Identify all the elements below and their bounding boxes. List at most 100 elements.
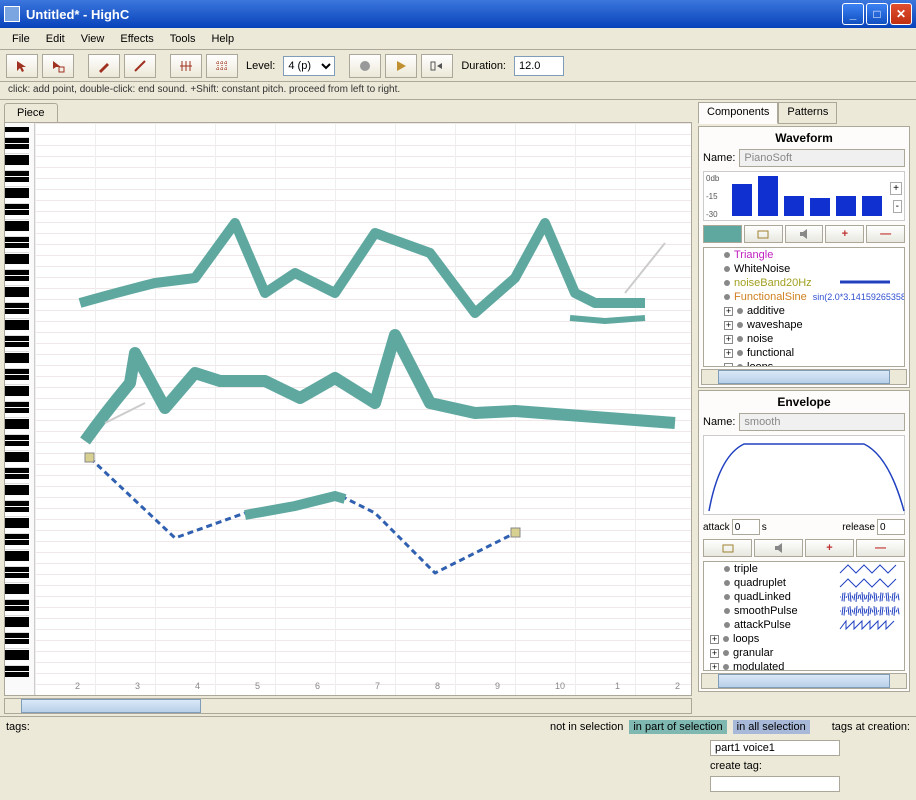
piano-key[interactable]	[5, 166, 29, 171]
piano-key[interactable]	[5, 523, 29, 528]
tab-components[interactable]: Components	[698, 102, 778, 124]
piano-key[interactable]	[5, 606, 29, 611]
waveform-tree-item[interactable]: +functional	[704, 346, 904, 360]
pointer-tool[interactable]	[6, 54, 38, 78]
level-select[interactable]: 4 (p)	[283, 56, 335, 76]
piano-key[interactable]	[5, 303, 29, 308]
score-canvas[interactable]: 234567891012	[35, 123, 691, 695]
menu-help[interactable]: Help	[203, 31, 242, 47]
piano-key[interactable]	[5, 353, 29, 358]
hscroll-thumb[interactable]	[21, 699, 201, 713]
waveform-tree-item[interactable]: FunctionalSinesin(2.0*3.141592653589*(f*…	[704, 290, 904, 304]
waveform-tree-item[interactable]: WhiteNoise	[704, 262, 904, 276]
menu-effects[interactable]: Effects	[112, 31, 161, 47]
piano-key[interactable]	[5, 446, 29, 451]
wf-hscroll-thumb[interactable]	[718, 370, 890, 384]
line-tool[interactable]	[124, 54, 156, 78]
piano-key[interactable]	[5, 435, 29, 440]
envelope-list-item[interactable]: triple	[704, 562, 904, 576]
harm-minus[interactable]: -	[893, 200, 902, 213]
wf-folder-icon[interactable]	[744, 225, 783, 243]
piano-key[interactable]	[5, 177, 29, 182]
piano-key[interactable]	[5, 133, 29, 138]
tags-freespace[interactable]	[6, 740, 710, 792]
piano-key[interactable]	[5, 589, 29, 594]
piano-key[interactable]	[5, 380, 29, 385]
harmonic-display[interactable]: 0db -15 -30 + -	[703, 171, 905, 221]
piano-key[interactable]	[5, 595, 29, 600]
release-input[interactable]	[877, 519, 905, 535]
piano-key[interactable]	[5, 188, 29, 193]
envelope-list-item[interactable]: quadruplet	[704, 576, 904, 590]
loop-button[interactable]	[421, 54, 453, 78]
piano-key[interactable]	[5, 386, 29, 391]
envelope-list-item[interactable]: quadLinked	[704, 590, 904, 604]
waveform-tree-item[interactable]: -loops	[704, 360, 904, 367]
menu-view[interactable]: View	[73, 31, 113, 47]
piano-key[interactable]	[5, 237, 29, 242]
piano-key[interactable]	[5, 562, 29, 567]
piano-key[interactable]	[5, 518, 29, 523]
piano-keys[interactable]: GFEbC#C5AGFEbC#C4AGFEbC#FbC3AGFEbC#C2AGF…	[5, 123, 35, 695]
piano-key[interactable]	[5, 254, 29, 259]
piano-key[interactable]	[5, 127, 29, 132]
env-hscroll-thumb[interactable]	[718, 674, 890, 688]
minimize-button[interactable]: _	[842, 3, 864, 25]
piano-key[interactable]	[5, 633, 29, 638]
grid-tool-2[interactable]	[206, 54, 238, 78]
piano-key[interactable]	[5, 666, 29, 671]
tags-creation-input[interactable]	[710, 740, 840, 756]
piano-key[interactable]	[5, 287, 29, 292]
piano-key[interactable]	[5, 584, 29, 589]
piano-key[interactable]	[5, 171, 29, 176]
grid-tool-1[interactable]	[170, 54, 202, 78]
waveform-tree-item[interactable]: +additive	[704, 304, 904, 318]
waveform-tree-item[interactable]: +noise	[704, 332, 904, 346]
harmonic-bar[interactable]	[732, 184, 752, 216]
piano-key[interactable]	[5, 474, 29, 479]
piano-key[interactable]	[5, 655, 29, 660]
piano-key[interactable]	[5, 391, 29, 396]
piano-key[interactable]	[5, 226, 29, 231]
piano-key[interactable]	[5, 270, 29, 275]
piano-key[interactable]	[5, 210, 29, 215]
waveform-tree-item[interactable]: noiseBand20Hz	[704, 276, 904, 290]
piano-key[interactable]	[5, 375, 29, 380]
piano-key[interactable]	[5, 578, 29, 583]
wf-hscroll[interactable]	[701, 369, 907, 385]
piano-key[interactable]	[5, 639, 29, 644]
envelope-list-item[interactable]: +granular	[704, 646, 904, 660]
piano-key[interactable]	[5, 221, 29, 226]
piano-key[interactable]	[5, 144, 29, 149]
piano-key[interactable]	[5, 331, 29, 336]
select-tool[interactable]	[42, 54, 74, 78]
piano-key[interactable]	[5, 512, 29, 517]
harmonic-bar[interactable]	[810, 198, 830, 216]
piano-key[interactable]	[5, 534, 29, 539]
piano-key[interactable]	[5, 265, 29, 270]
piano-key[interactable]	[5, 496, 29, 501]
piano-key[interactable]	[5, 600, 29, 605]
piece-tab[interactable]: Piece	[4, 103, 58, 122]
piano-key[interactable]	[5, 507, 29, 512]
piano-key[interactable]	[5, 325, 29, 330]
tree-expand-icon[interactable]: -	[724, 363, 733, 367]
envelope-list-item[interactable]: +loops	[704, 632, 904, 646]
piano-key[interactable]	[5, 617, 29, 622]
piano-key[interactable]	[5, 567, 29, 572]
piano-key[interactable]	[5, 540, 29, 545]
piano-key[interactable]	[5, 556, 29, 561]
piano-key[interactable]	[5, 468, 29, 473]
piano-key[interactable]	[5, 650, 29, 655]
piano-key[interactable]	[5, 243, 29, 248]
maximize-button[interactable]: □	[866, 3, 888, 25]
piano-key[interactable]	[5, 545, 29, 550]
create-tag-input[interactable]	[710, 776, 840, 792]
piano-key[interactable]	[5, 611, 29, 616]
piano-key[interactable]	[5, 529, 29, 534]
piano-key[interactable]	[5, 320, 29, 325]
wf-speaker-icon[interactable]	[785, 225, 824, 243]
waveform-name-input[interactable]	[739, 149, 905, 167]
piano-key[interactable]	[5, 441, 29, 446]
envelope-display[interactable]	[703, 435, 905, 515]
